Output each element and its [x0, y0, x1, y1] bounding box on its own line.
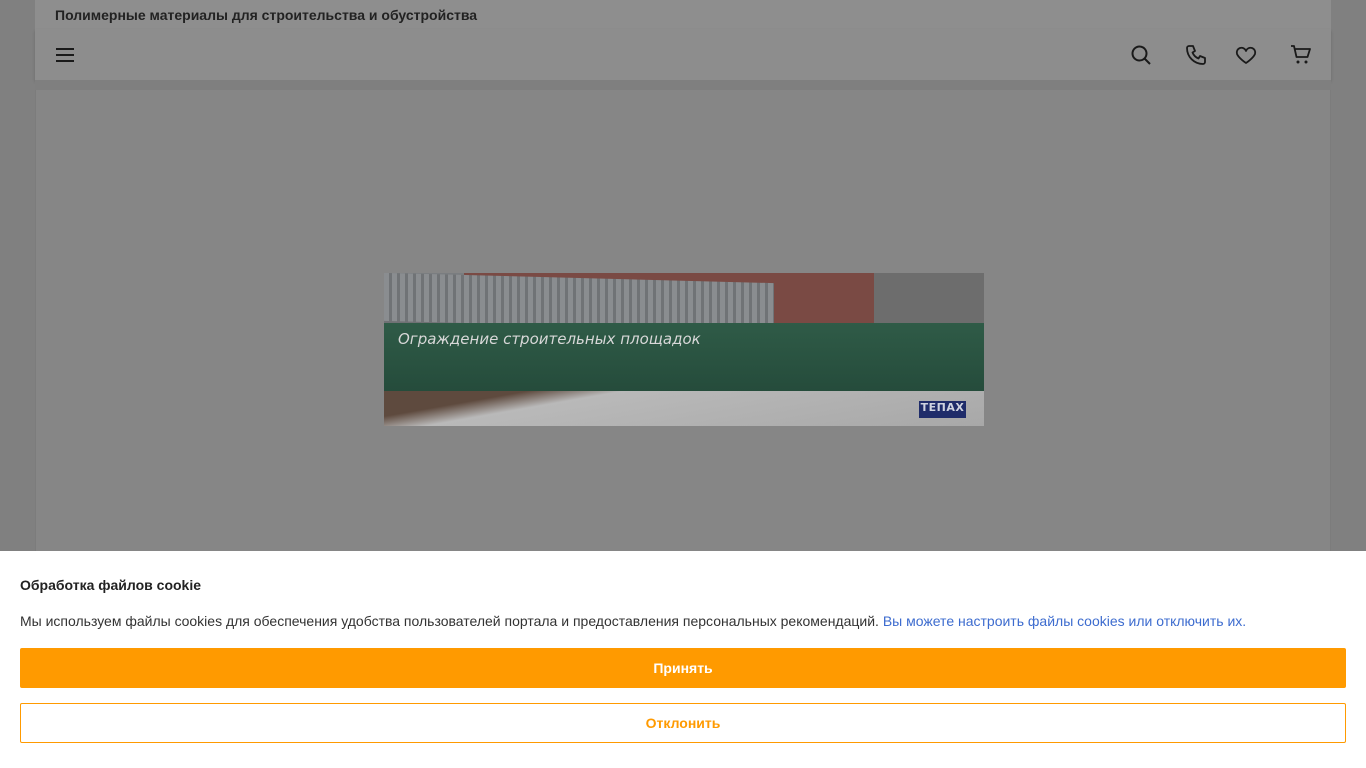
brand-logo: ТЕПАХ [919, 401, 966, 418]
cookie-description: Мы используем файлы cookies для обеспече… [20, 613, 1246, 629]
phone-icon[interactable] [1183, 42, 1209, 68]
cookie-title: Обработка файлов cookie [20, 577, 202, 593]
cookie-text: Мы используем файлы cookies для обеспече… [20, 613, 879, 629]
accept-button[interactable]: Принять [20, 648, 1346, 688]
site-title: Полимерные материалы для строительства и… [55, 7, 478, 23]
divider [35, 80, 1331, 90]
banner-caption: Ограждение строительных площадок [398, 330, 701, 348]
cookie-settings-link[interactable]: Вы можете настроить файлы cookies или от… [883, 613, 1246, 629]
heart-icon[interactable] [1233, 42, 1259, 68]
cookie-banner: Обработка файлов cookie Мы используем фа… [0, 551, 1366, 768]
menu-icon[interactable] [52, 42, 78, 68]
search-icon[interactable] [1128, 42, 1154, 68]
reject-button[interactable]: Отклонить [20, 703, 1346, 743]
top-bar: Полимерные материалы для строительства и… [35, 0, 1331, 29]
navbar [35, 29, 1331, 80]
promo-banner[interactable]: Ограждение строительных площадок ТЕПАХ [384, 273, 984, 426]
cart-icon[interactable] [1288, 42, 1314, 68]
